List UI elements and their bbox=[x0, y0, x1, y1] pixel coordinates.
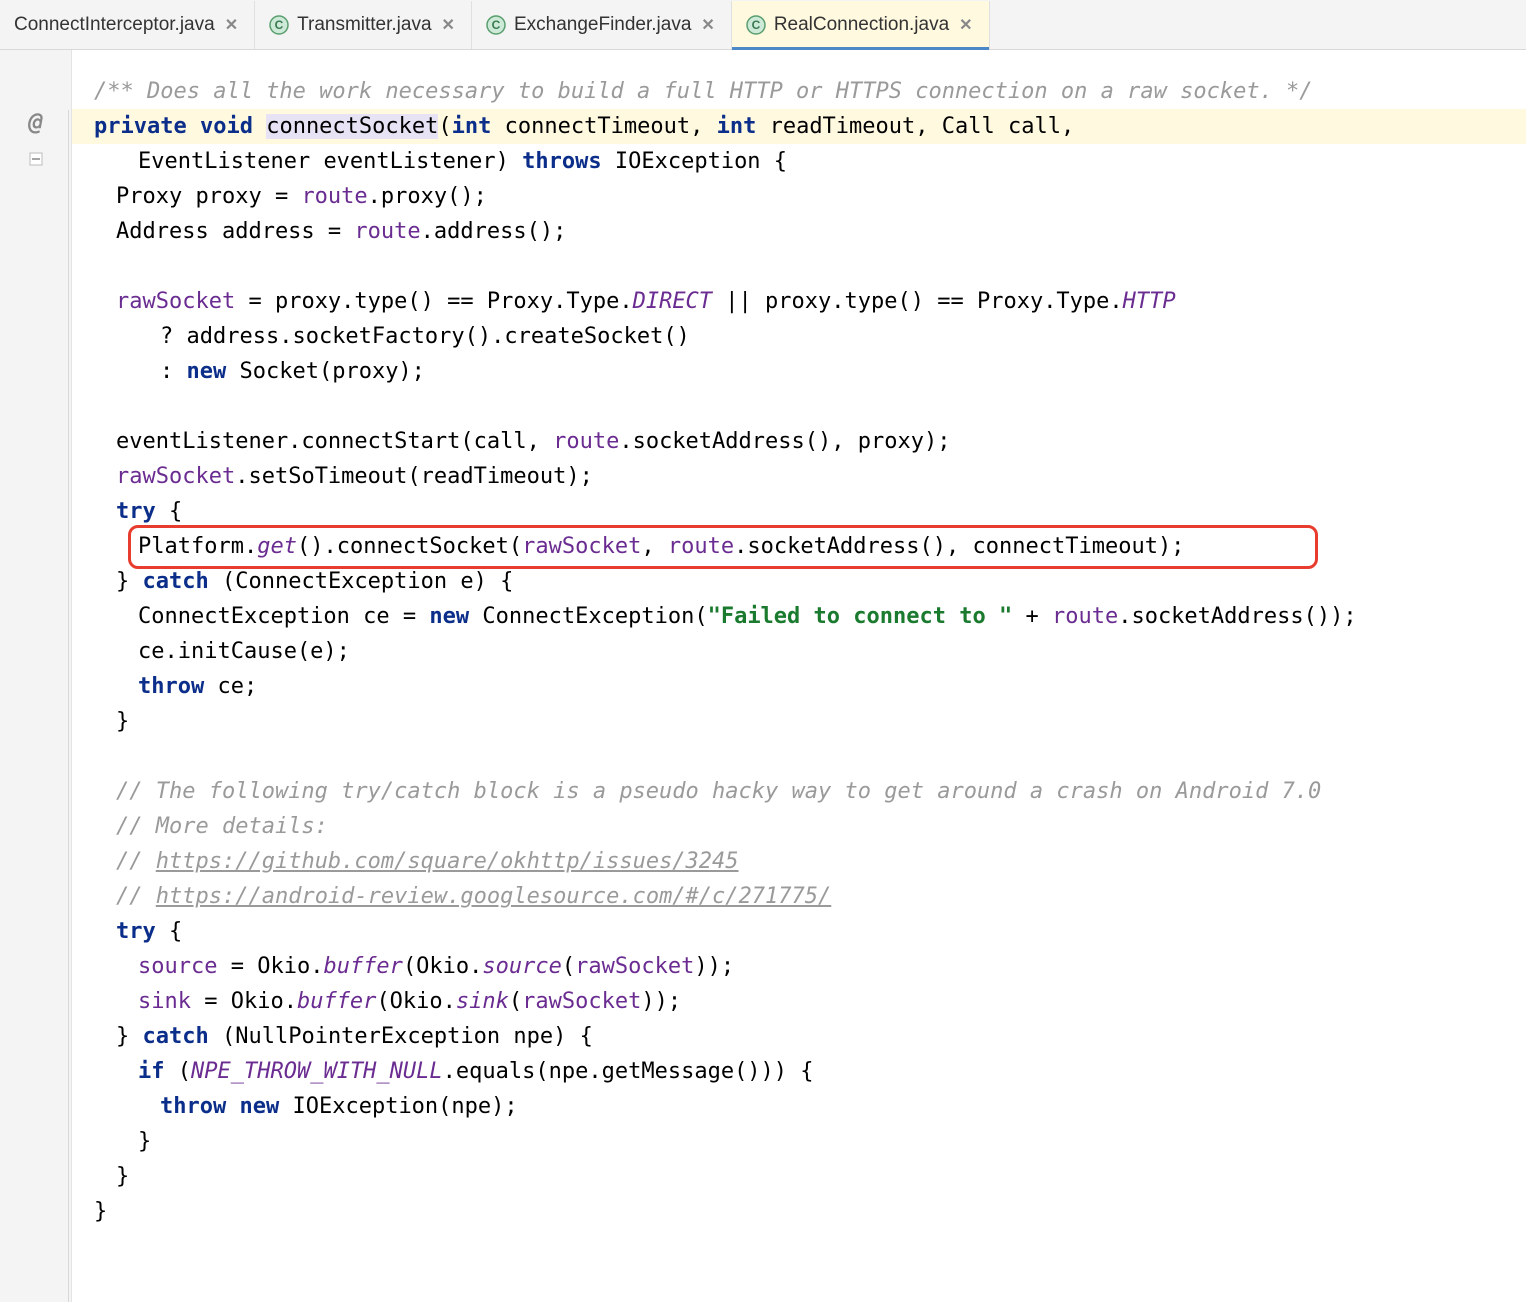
comment-link: // https://github.com/square/okhttp/issu… bbox=[72, 844, 1526, 879]
code-line: } catch (ConnectException e) { bbox=[72, 564, 1526, 599]
svg-text:C: C bbox=[492, 18, 501, 32]
tab-exchangefinder[interactable]: C ExchangeFinder.java ✕ bbox=[472, 1, 732, 49]
code-line: throw ce; bbox=[72, 669, 1526, 704]
class-icon: C bbox=[269, 15, 289, 35]
code-line: : new Socket(proxy); bbox=[72, 354, 1526, 389]
fold-guide bbox=[68, 110, 69, 1302]
code-editor[interactable]: @ /** Does all the work necessary to bui… bbox=[0, 50, 1526, 1302]
code-line: sink = Okio.buffer(Okio.sink(rawSocket))… bbox=[72, 984, 1526, 1019]
code-line: ce.initCause(e); bbox=[72, 634, 1526, 669]
tab-label: Transmitter.java bbox=[297, 14, 431, 36]
override-gutter-icon[interactable]: @ bbox=[0, 108, 71, 136]
code-line: Address address = route.address(); bbox=[72, 214, 1526, 249]
gutter: @ bbox=[0, 50, 72, 1302]
tab-connectinterceptor[interactable]: ConnectInterceptor.java ✕ bbox=[0, 1, 255, 49]
blank-line bbox=[72, 389, 1526, 424]
close-icon[interactable]: ✕ bbox=[957, 15, 974, 35]
ide-window: ConnectInterceptor.java ✕ C Transmitter.… bbox=[0, 0, 1526, 1302]
editor-tabs: ConnectInterceptor.java ✕ C Transmitter.… bbox=[0, 0, 1526, 50]
code-line: } bbox=[72, 1124, 1526, 1159]
svg-text:C: C bbox=[275, 18, 284, 32]
blank-line bbox=[72, 739, 1526, 774]
code-line: eventListener.connectStart(call, route.s… bbox=[72, 424, 1526, 459]
code-line: throw new IOException(npe); bbox=[72, 1089, 1526, 1124]
tab-realconnection[interactable]: C RealConnection.java ✕ bbox=[732, 1, 990, 49]
code-line: ConnectException ce = new ConnectExcepti… bbox=[72, 599, 1526, 634]
code-line: source = Okio.buffer(Okio.source(rawSock… bbox=[72, 949, 1526, 984]
code-line: try { bbox=[72, 914, 1526, 949]
close-icon[interactable]: ✕ bbox=[440, 15, 457, 35]
code-line: Proxy proxy = route.proxy(); bbox=[72, 179, 1526, 214]
tab-label: RealConnection.java bbox=[774, 14, 949, 36]
close-icon[interactable]: ✕ bbox=[699, 15, 716, 35]
tab-label: ConnectInterceptor.java bbox=[14, 14, 215, 36]
code-line: } bbox=[72, 1159, 1526, 1194]
code-line: ? address.socketFactory().createSocket() bbox=[72, 319, 1526, 354]
class-icon: C bbox=[486, 15, 506, 35]
method-signature-cont: EventListener eventListener) throws IOEx… bbox=[72, 144, 1526, 179]
comment: // The following try/catch block is a ps… bbox=[116, 779, 1321, 804]
code-line: rawSocket.setSoTimeout(readTimeout); bbox=[72, 459, 1526, 494]
close-icon[interactable]: ✕ bbox=[223, 15, 240, 35]
code-line: try { bbox=[72, 494, 1526, 529]
fold-toggle-icon[interactable] bbox=[29, 152, 43, 166]
class-icon: C bbox=[746, 15, 766, 35]
code-line: } bbox=[72, 704, 1526, 739]
code-area[interactable]: /** Does all the work necessary to build… bbox=[72, 50, 1526, 1302]
tab-label: ExchangeFinder.java bbox=[514, 14, 691, 36]
blank-line bbox=[72, 249, 1526, 284]
code-line: rawSocket = proxy.type() == Proxy.Type.D… bbox=[72, 284, 1526, 319]
method-signature: private void connectSocket(int connectTi… bbox=[72, 109, 1526, 144]
svg-text:C: C bbox=[751, 18, 760, 32]
comment: // More details: bbox=[116, 814, 328, 839]
code-line: } catch (NullPointerException npe) { bbox=[72, 1019, 1526, 1054]
comment-link: // https://android-review.googlesource.c… bbox=[72, 879, 1526, 914]
tab-transmitter[interactable]: C Transmitter.java ✕ bbox=[255, 1, 472, 49]
highlighted-call: Platform.get().connectSocket(rawSocket, … bbox=[72, 529, 1526, 564]
code-line: if (NPE_THROW_WITH_NULL.equals(npe.getMe… bbox=[72, 1054, 1526, 1089]
javadoc-comment: /** Does all the work necessary to build… bbox=[94, 79, 1313, 104]
code-line: } bbox=[72, 1194, 1526, 1229]
